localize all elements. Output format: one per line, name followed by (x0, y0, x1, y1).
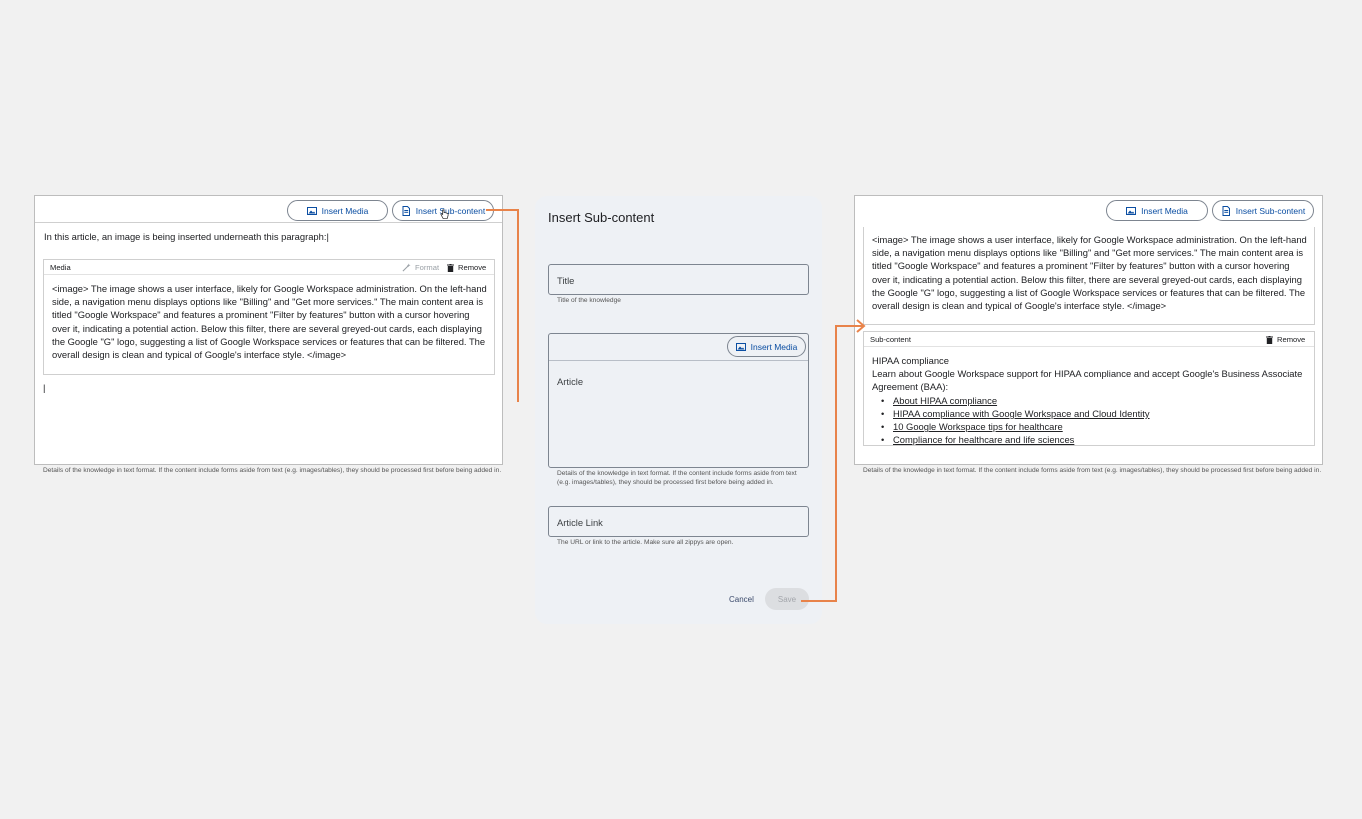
subcontent-card: Sub-content Remove HIPAA compliance Lear… (863, 331, 1315, 447)
media-card-header: Media Format Remove (44, 260, 494, 275)
insert-subcontent-button[interactable]: Insert Sub-content (1212, 200, 1314, 221)
insert-media-label: Insert Media (1141, 205, 1188, 216)
insert-subcontent-label: Insert Sub-content (1235, 205, 1306, 216)
media-card: Media Format Remove <image> The image sh… (43, 259, 495, 375)
media-text-card: <image> The image shows a user interface… (863, 227, 1315, 325)
dialog-insert-media-button[interactable]: Insert Media (727, 336, 806, 357)
subcontent-link[interactable]: HIPAA compliance with Google Workspace a… (893, 408, 1150, 419)
list-item: HIPAA compliance with Google Workspace a… (881, 407, 1308, 420)
article-link-field[interactable]: Article Link (548, 506, 809, 537)
left-editor-panel: Insert Media Insert Sub-content In this … (34, 195, 503, 465)
article-helper: Details of the knowledge in text format.… (557, 470, 797, 486)
subcontent-link[interactable]: About HIPAA compliance (893, 395, 997, 406)
article-field-label: Article (557, 376, 584, 387)
media-card-body[interactable]: <image> The image shows a user interface… (52, 282, 487, 361)
remove-label: Remove (1277, 335, 1306, 344)
paragraph-text[interactable]: In this article, an image is being inser… (44, 230, 329, 243)
insert-subcontent-dialog: Insert Sub-content Title Title of the kn… (535, 196, 822, 624)
remove-subcontent-button[interactable]: Remove (1266, 335, 1305, 344)
insert-subcontent-label: Insert Sub-content (415, 205, 486, 216)
format-label: Format (415, 263, 440, 272)
right-editor-helper: Details of the knowledge in text format.… (863, 467, 1322, 474)
list-item: About HIPAA compliance (881, 394, 1308, 407)
text-cursor: | (43, 382, 46, 393)
insert-media-button[interactable]: Insert Media (287, 200, 388, 221)
trash-icon (1266, 335, 1273, 344)
subcontent-link[interactable]: 10 Google Workspace tips for healthcare (893, 421, 1063, 432)
image-icon (1126, 206, 1137, 215)
insert-media-button[interactable]: Insert Media (1106, 200, 1208, 221)
left-editor-helper: Details of the knowledge in text format.… (43, 467, 502, 474)
format-button: Format (402, 263, 439, 272)
title-field-label: Title (557, 275, 575, 286)
remove-label: Remove (458, 263, 487, 272)
subcontent-card-header: Sub-content Remove (864, 332, 1314, 347)
save-button[interactable]: Save (765, 588, 809, 610)
document-icon (402, 205, 410, 216)
hand-cursor-icon (440, 209, 449, 219)
article-field[interactable]: Insert Media Article (548, 333, 809, 468)
cancel-button[interactable]: Cancel (729, 595, 754, 604)
list-item: Compliance for healthcare and life scien… (881, 433, 1308, 446)
dialog-title: Insert Sub-content (548, 210, 655, 225)
document-icon (1222, 205, 1230, 216)
magic-wand-icon (402, 263, 411, 272)
list-item: 10 Google Workspace tips for healthcare (881, 420, 1308, 433)
remove-media-button[interactable]: Remove (447, 263, 486, 272)
right-editor-panel: Insert Media Insert Sub-content <image> … (854, 195, 1323, 465)
insert-media-label: Insert Media (321, 205, 369, 216)
media-text[interactable]: <image> The image shows a user interface… (872, 233, 1308, 312)
image-icon (735, 342, 746, 351)
subcontent-card-title: Sub-content (870, 335, 911, 344)
image-icon (306, 206, 317, 215)
subcontent-link-list: About HIPAA compliance HIPAA compliance … (872, 394, 1308, 447)
subcontent-heading: HIPAA compliance (872, 355, 949, 366)
title-field[interactable]: Title (548, 264, 809, 295)
subcontent-body: HIPAA compliance Learn about Google Work… (872, 354, 1308, 447)
trash-icon (447, 263, 454, 272)
right-editor-toolbar: Insert Media Insert Sub-content (855, 196, 1322, 223)
subcontent-intro: Learn about Google Workspace support for… (872, 368, 1303, 393)
article-toolbar: Insert Media (549, 334, 808, 361)
media-card-title: Media (50, 263, 71, 272)
subcontent-link[interactable]: Compliance for healthcare and life scien… (893, 434, 1074, 445)
dialog-insert-media-label: Insert Media (750, 341, 798, 352)
left-editor-toolbar: Insert Media Insert Sub-content (35, 196, 502, 223)
article-link-helper: The URL or link to the article. Make sur… (557, 539, 734, 546)
title-helper: Title of the knowledge (557, 297, 621, 304)
article-link-label: Article Link (557, 517, 603, 528)
